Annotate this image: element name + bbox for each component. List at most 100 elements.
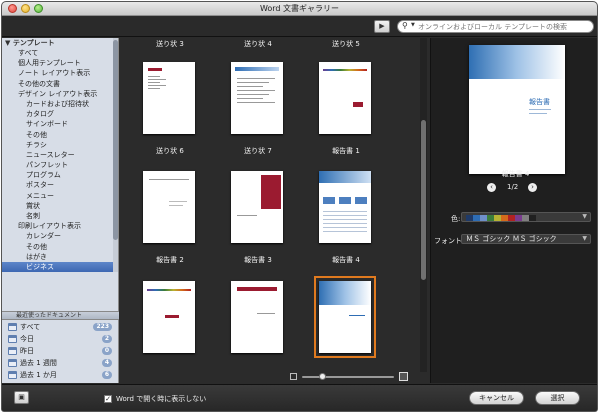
sidebar-item[interactable]: ノート レイアウト表示 [2,68,118,78]
sidebar-scroll-thumb[interactable] [113,40,118,240]
title-bar: Word 文書ギャラリー [2,2,597,16]
recent-item[interactable]: 今日 2 [2,333,119,345]
color-swatch [473,215,480,221]
template-label: 報告書 4 [332,256,360,264]
sidebar-header[interactable]: ▼ テンプレート [2,38,118,48]
calendar-icon [8,335,17,343]
sidebar-item[interactable]: 印刷レイアウト表示 [2,221,118,231]
preview-page: 報告書 [469,45,565,174]
slider-track[interactable] [302,376,394,378]
thumb-text-line [237,94,269,95]
search-field[interactable]: ⚲ ▼ [397,20,594,33]
sidebar-item[interactable]: ポスター [2,180,118,190]
template-label: 送り状 4 [244,40,272,48]
recent-item-label: すべて [20,323,41,331]
slider-knob[interactable] [319,373,326,380]
chevron-down-icon[interactable]: ▼ [411,22,415,28]
sidebar-item[interactable]: その他の文書 [2,79,118,89]
gallery-scrollbar[interactable] [420,38,427,372]
recent-item-label: 今日 [20,335,34,343]
dont-show-checkbox[interactable]: ✓ [104,395,112,403]
color-swatch [487,215,494,221]
thumb-text-line [237,102,275,103]
thumb-title-block [165,315,179,318]
sidebar-item[interactable]: サインボード [2,119,118,129]
thumbnail-size-slider[interactable] [290,372,420,382]
color-swatch [508,215,515,221]
thumb-accent-bar [148,68,162,71]
calendar-icon [8,347,17,355]
template-thumbnail[interactable] [314,276,376,358]
recent-item[interactable]: すべて 223 [2,321,119,333]
recent-item[interactable]: 昨日 0 [2,345,119,357]
template-thumbnail[interactable] [143,62,195,134]
font-select-value: ＭＳ ゴシック ＭＳ ゴシック [466,235,557,243]
template-label: 送り状 7 [244,147,272,155]
thumb-cover-block [319,281,371,305]
sidebar-item[interactable]: すべて [2,48,118,58]
thumb-text-line [323,215,367,216]
sidebar-item[interactable]: ニュースレター [2,150,118,160]
template-thumbnail[interactable] [319,171,371,243]
color-swatch [466,215,473,221]
sidebar-item[interactable]: 名刺 [2,211,118,221]
template-thumbnail[interactable] [319,62,371,134]
preview-page-title: 報告書 [529,98,550,106]
template-thumbnail[interactable] [143,171,195,243]
recent-item[interactable]: 過去 1 か月 6 [2,369,119,381]
sidebar-item[interactable]: パンフレット [2,160,118,170]
next-page-button[interactable]: › [528,183,537,192]
chevron-down-icon: ▼ [582,235,587,242]
sidebar-item[interactable]: 賞状 [2,201,118,211]
template-thumbnail[interactable] [231,281,283,353]
thumb-text-line [169,205,183,206]
color-swatch [529,215,536,221]
search-icon[interactable]: ⚲ [402,21,408,30]
template-thumbnail[interactable] [231,171,283,243]
window-title: Word 文書ギャラリー [259,4,340,13]
thumb-accent-bar [235,67,279,71]
sidebar-item[interactable]: チラシ [2,140,118,150]
slideshow-icon[interactable]: ▶ [374,20,390,33]
cancel-button[interactable]: キャンセル [469,391,524,405]
dont-show-label: Word で開く時に表示しない [116,395,207,403]
sidebar-scrollbar[interactable] [113,38,118,272]
sidebar-item[interactable]: プログラム [2,170,118,180]
template-sidebar: ▼ テンプレート すべて 個人用テンプレート ノート レイアウト表示 その他の文書 デザ… [2,38,119,383]
previous-page-button[interactable]: ‹ [487,183,496,192]
gallery-scroll-thumb[interactable] [421,120,426,280]
template-thumbnail[interactable] [143,281,195,353]
preview-text-line [529,113,547,114]
preview-pane: 報告書 報告書 4 ‹ 1/2 › 色: ▼ フォント: ＭＳ ゴシック ＭＳ … [430,38,597,383]
thumb-text-line [148,88,160,89]
bottom-bar: ▣ ✓ Word で開く時に表示しない キャンセル 選択 [2,384,597,411]
search-input[interactable] [418,22,590,32]
sidebar-item[interactable]: デザイン レイアウト表示 [2,89,118,99]
sidebar-item[interactable]: ビジネス [2,261,118,273]
preview-cover-band [469,45,565,79]
sidebar-item[interactable]: カレンダー [2,231,118,241]
sidebar-item[interactable]: 個人用テンプレート [2,58,118,68]
choose-button[interactable]: 選択 [535,391,580,405]
sidebar-item[interactable]: その他 [2,130,118,140]
color-scheme-select[interactable]: ▼ [461,212,591,222]
thumb-text-line [323,211,367,212]
thumb-cover-block [237,287,277,291]
template-thumbnail[interactable] [231,62,283,134]
sidebar-item[interactable]: その他 [2,242,118,252]
sidebar-item[interactable]: カタログ [2,109,118,119]
sidebar-item[interactable]: カードおよび招待状 [2,99,118,109]
sidebar-item[interactable]: メニュー [2,191,118,201]
sidebar-toggle-icon[interactable]: ▣ [14,391,29,404]
sidebar-item[interactable]: はがき [2,252,118,262]
recent-header[interactable]: 最近使ったドキュメント [2,311,119,320]
thumb-accent-bar [323,69,367,71]
thumb-text-line [237,82,269,83]
preview-text-line [529,109,551,110]
large-thumbnail-icon [399,372,408,381]
count-badge: 0 [101,347,112,355]
thumb-text-line [323,223,367,224]
thumb-text-line [237,90,275,91]
recent-item[interactable]: 過去 1 週間 4 [2,357,119,369]
font-select[interactable]: ＭＳ ゴシック ＭＳ ゴシック ▼ [461,234,591,244]
